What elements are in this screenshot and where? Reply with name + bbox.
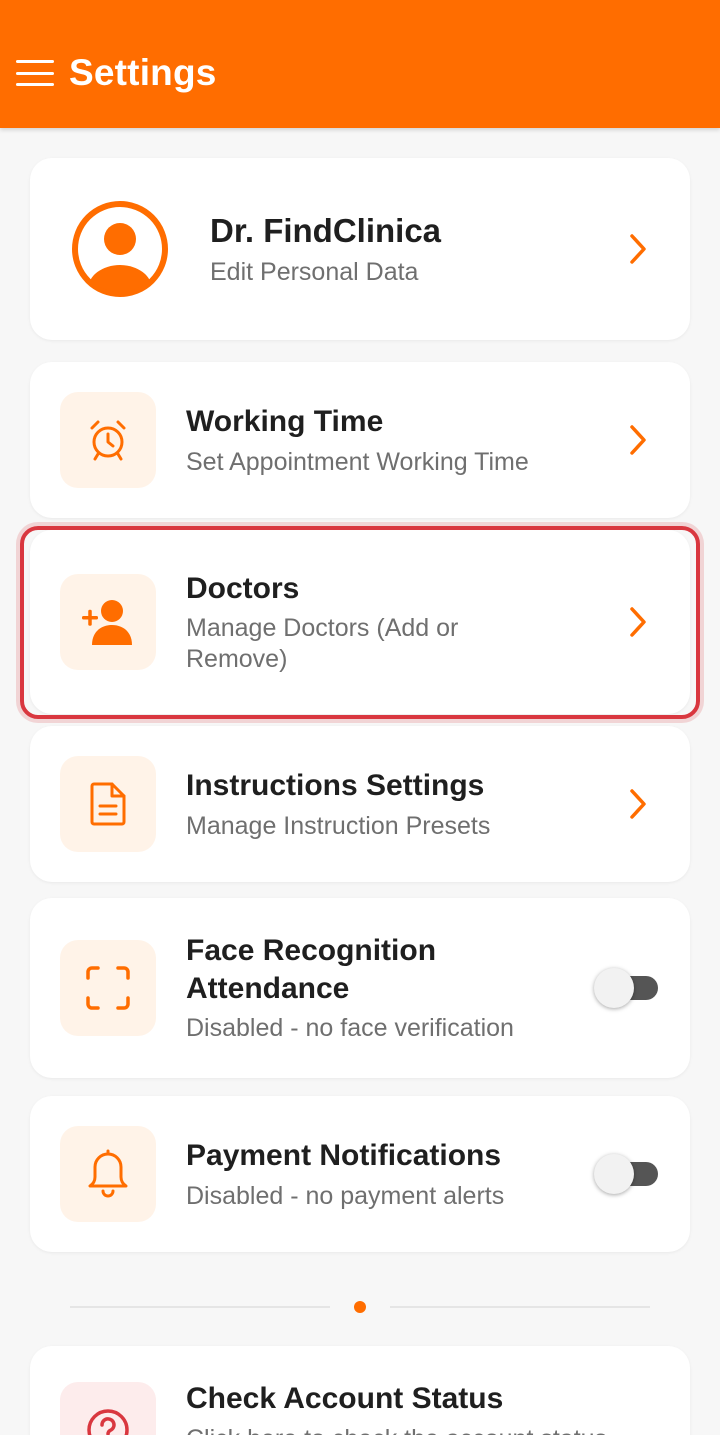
chevron-right-icon: [626, 422, 650, 458]
section-divider-left: [70, 1306, 330, 1308]
document-icon: [60, 756, 156, 852]
item-title: Doctors: [186, 571, 300, 605]
account-status-item[interactable]: Check Account Status Click here to check…: [30, 1346, 690, 1435]
add-user-icon: [60, 574, 156, 670]
instructions-settings-item[interactable]: Instructions Settings Manage Instruction…: [30, 726, 690, 882]
item-title: Payment Notifications: [186, 1139, 502, 1172]
alarm-clock-icon: [60, 392, 156, 488]
item-subtitle: Set Appointment Working Time: [186, 447, 529, 476]
help-circle-icon: [60, 1382, 156, 1435]
doctors-item[interactable]: Doctors Manage Doctors (Add or Remove): [30, 530, 690, 714]
item-title: Face Recognition Attendance: [186, 934, 437, 1005]
item-title: Working Time: [186, 405, 384, 438]
bell-icon: [60, 1126, 156, 1222]
item-subtitle: Manage Instruction Presets: [186, 811, 491, 840]
face-scan-icon: [60, 940, 156, 1036]
profile-card[interactable]: Dr. FindClinica Edit Personal Data: [30, 158, 690, 340]
item-subtitle: Disabled - no payment alerts: [186, 1181, 505, 1210]
item-title: Instructions Settings: [186, 769, 485, 802]
item-subtitle: Click here to check the account status: [186, 1424, 626, 1435]
item-subtitle: Disabled - no face verification: [186, 1014, 514, 1043]
hamburger-menu-icon[interactable]: [16, 60, 54, 86]
app-bar: Settings: [0, 0, 720, 128]
chevron-right-icon: [626, 786, 650, 822]
chevron-right-icon: [626, 604, 650, 640]
page-title: Settings: [69, 52, 217, 93]
section-divider-right: [390, 1306, 650, 1308]
section-divider-dot: [354, 1301, 366, 1313]
face-recognition-item: Face Recognition Attendance Disabled - n…: [30, 898, 690, 1078]
working-time-item[interactable]: Working Time Set Appointment Working Tim…: [30, 362, 690, 518]
profile-subtitle: Edit Personal Data: [210, 258, 419, 287]
item-subtitle: Manage Doctors (Add or Remove): [186, 614, 459, 673]
payment-notifications-item: Payment Notifications Disabled - no paym…: [30, 1096, 690, 1252]
profile-name: Dr. FindClinica: [210, 212, 442, 250]
item-title: Check Account Status: [186, 1382, 504, 1415]
payment-notifications-toggle[interactable]: [594, 1154, 660, 1194]
face-recognition-toggle[interactable]: [594, 968, 660, 1008]
avatar-icon: [70, 199, 170, 299]
chevron-right-icon: [626, 231, 650, 267]
